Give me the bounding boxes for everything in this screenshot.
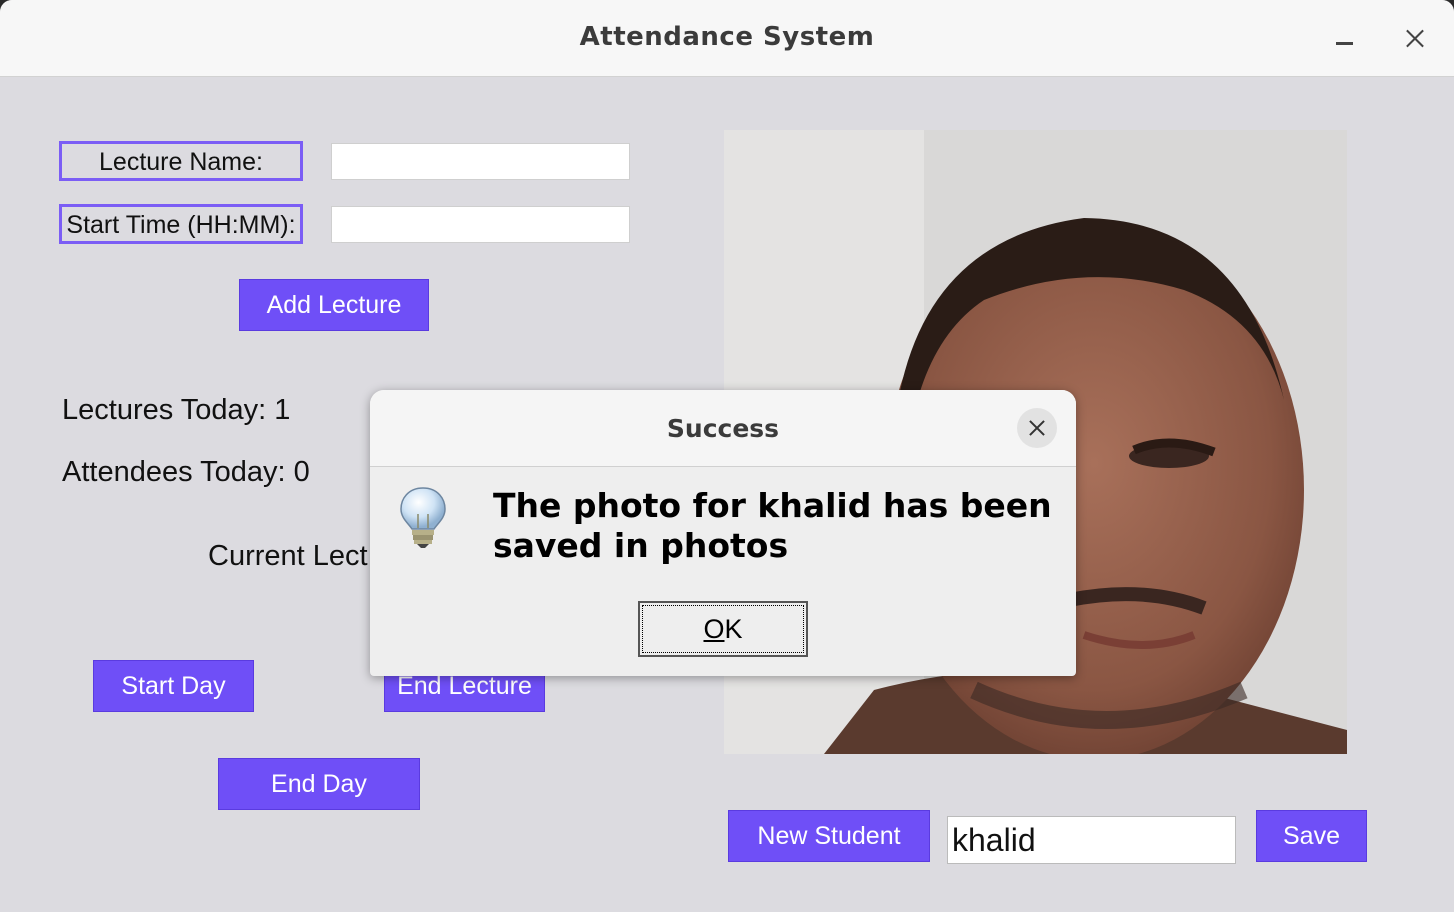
- start-day-button[interactable]: Start Day: [93, 660, 254, 712]
- end-day-button[interactable]: End Day: [218, 758, 420, 810]
- dialog-header: Success: [370, 390, 1076, 467]
- new-student-button[interactable]: New Student: [728, 810, 930, 862]
- dialog-title: Success: [666, 414, 780, 443]
- student-name-input[interactable]: [947, 816, 1236, 864]
- ok-button[interactable]: OK: [638, 601, 808, 657]
- add-lecture-button[interactable]: Add Lecture: [239, 279, 429, 331]
- ok-label-rest: K: [724, 614, 743, 644]
- success-dialog: Success The photo for khalid has been sa…: [370, 390, 1076, 676]
- window-title: Attendance System: [579, 22, 875, 52]
- ok-mnemonic: O: [703, 614, 725, 644]
- attendees-today-text: Attendees Today: 0: [62, 456, 310, 488]
- lightbulb-icon: [400, 487, 446, 548]
- start-time-label: Start Time (HH:MM):: [59, 204, 303, 244]
- lectures-today-text: Lectures Today: 1: [62, 394, 291, 426]
- title-bar: Attendance System: [0, 0, 1454, 77]
- dialog-message: The photo for khalid has been saved in p…: [493, 486, 1052, 565]
- save-button[interactable]: Save: [1256, 810, 1367, 862]
- lecture-name-label: Lecture Name:: [59, 141, 303, 181]
- main-window: Attendance System Lecture Name: Start Ti…: [0, 0, 1454, 912]
- lecture-name-input[interactable]: [331, 143, 630, 180]
- dialog-close-icon[interactable]: [1017, 408, 1057, 448]
- start-time-input[interactable]: [331, 206, 630, 243]
- minimize-icon[interactable]: [1328, 22, 1362, 56]
- close-icon[interactable]: [1398, 22, 1432, 56]
- current-lecture-text: Current Lect: [208, 540, 368, 572]
